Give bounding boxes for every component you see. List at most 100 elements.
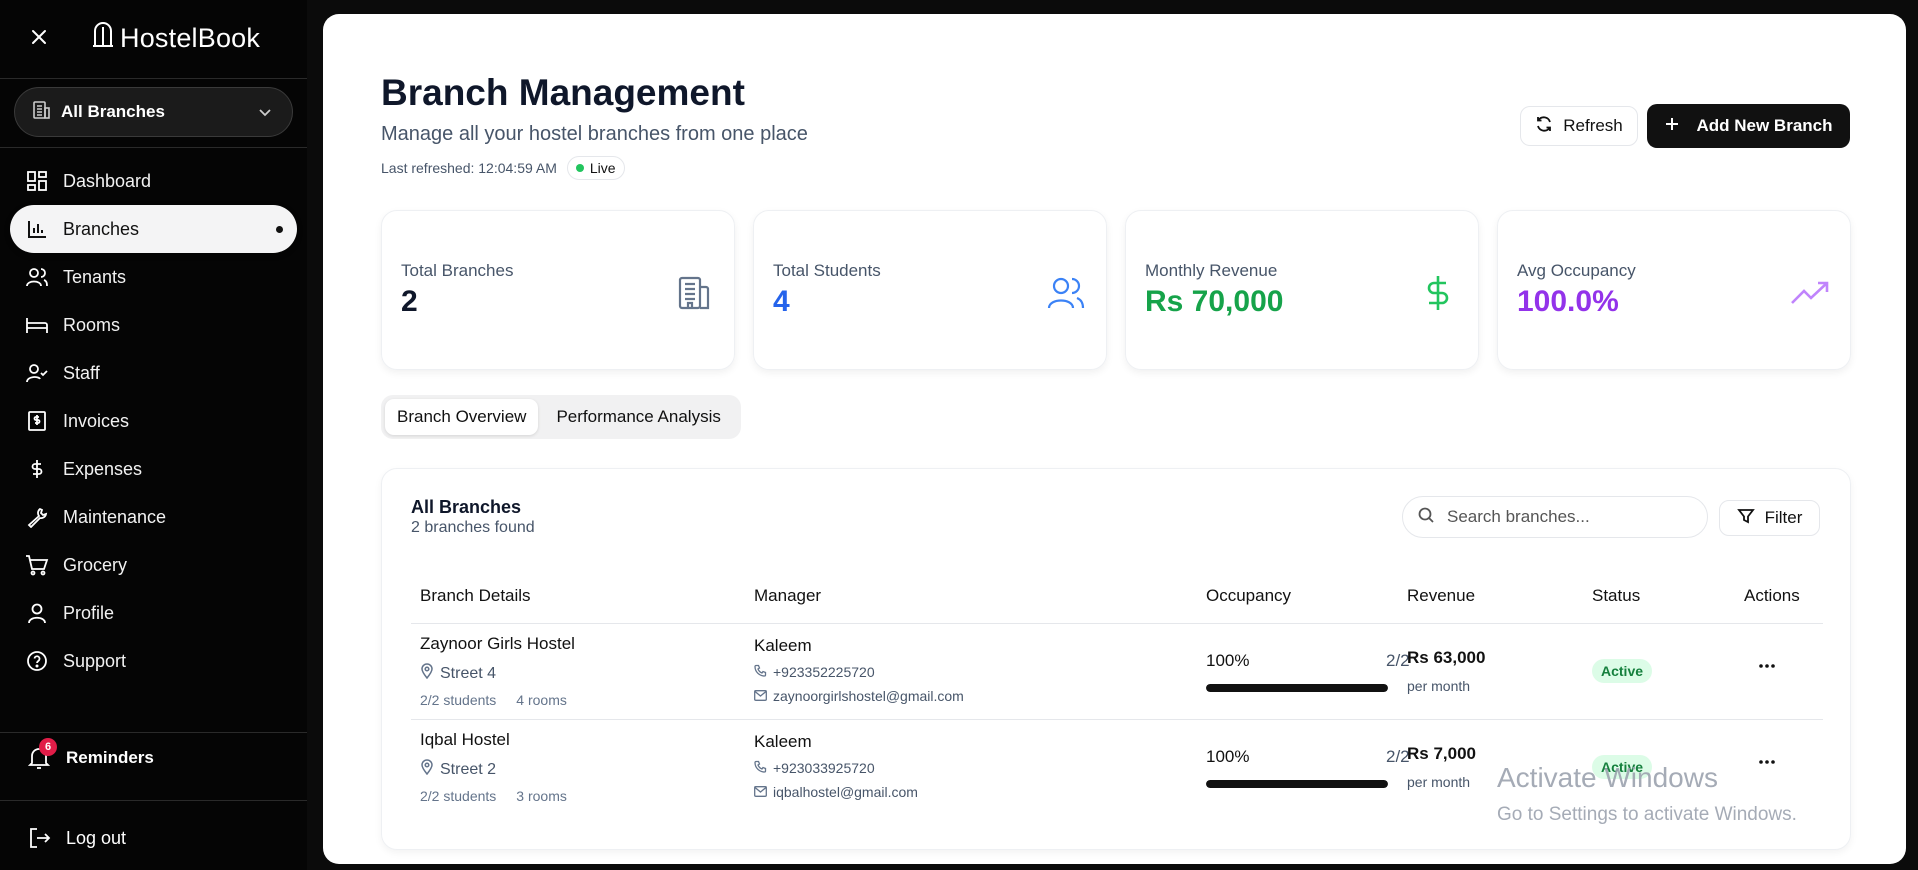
- sidebar-item-branches[interactable]: Branches: [10, 205, 297, 253]
- reminders-label: Reminders: [66, 748, 154, 767]
- sidebar-item-profile[interactable]: Profile: [0, 589, 307, 637]
- building-icon: [31, 100, 51, 125]
- sidebar-item-support[interactable]: Support: [0, 637, 307, 685]
- live-label: Live: [589, 160, 616, 176]
- branch-selector-label: All Branches: [61, 102, 165, 121]
- add-new-branch-label: Add New Branch: [1696, 116, 1833, 135]
- sidebar-item-maintenance[interactable]: Maintenance: [0, 493, 307, 541]
- invoice-icon: [25, 409, 49, 433]
- app-logo[interactable]: HostelBook: [92, 22, 260, 55]
- map-pin-icon: [420, 663, 434, 684]
- last-refreshed-text: Last refreshed: 12:04:59 AM: [381, 160, 557, 176]
- manager-name: Kaleem: [754, 732, 812, 751]
- users-icon: [25, 265, 49, 289]
- reminders-count-badge: 6: [39, 738, 57, 756]
- add-new-branch-button[interactable]: Add New Branch: [1647, 104, 1850, 148]
- cart-icon: [25, 553, 49, 577]
- sidebar-item-grocery[interactable]: Grocery: [0, 541, 307, 589]
- stat-value: 100.0%: [1517, 285, 1619, 318]
- stat-card-total-branches: Total Branches 2: [381, 210, 735, 370]
- branch-selector[interactable]: All Branches: [14, 87, 293, 137]
- sidebar-item-expenses[interactable]: Expenses: [0, 445, 307, 493]
- sidebar-item-invoices[interactable]: Invoices: [0, 397, 307, 445]
- logout-button[interactable]: Log out: [28, 826, 126, 850]
- search-input[interactable]: [1447, 507, 1687, 527]
- rooms-count: 3 rooms: [516, 788, 567, 804]
- branch-meta: 2/2 students 3 rooms: [420, 788, 567, 804]
- sidebar-header: HostelBook: [0, 0, 307, 78]
- phone-text: +923352225720: [773, 664, 875, 680]
- search-box[interactable]: [1402, 496, 1708, 538]
- refresh-button[interactable]: Refresh: [1520, 106, 1638, 146]
- table-row[interactable]: Zaynoor Girls Hostel Street 4 2/2 studen…: [411, 624, 1823, 720]
- manager-phone: +923033925720: [754, 760, 875, 776]
- page-subtitle: Manage all your hostel branches from one…: [381, 123, 808, 145]
- occupancy-percent: 100%: [1206, 651, 1250, 670]
- branch-name: Iqbal Hostel: [420, 730, 510, 749]
- filter-button[interactable]: Filter: [1719, 500, 1820, 536]
- stats-cards: Total Branches 2 Total Students 4 Monthl…: [381, 210, 1851, 370]
- sidebar-item-label: Tenants: [63, 266, 127, 287]
- rooms-count: 4 rooms: [516, 692, 567, 708]
- branch-name: Zaynoor Girls Hostel: [420, 634, 575, 653]
- watermark-subtitle: Go to Settings to activate Windows.: [1497, 804, 1797, 825]
- table-title: All Branches: [411, 497, 522, 517]
- active-indicator: [276, 226, 283, 233]
- refresh-status: Last refreshed: 12:04:59 AM Live: [381, 156, 625, 180]
- stat-card-total-students: Total Students 4: [753, 210, 1107, 370]
- reminders-button[interactable]: 6 Reminders: [27, 738, 154, 770]
- sidebar-item-rooms[interactable]: Rooms: [0, 301, 307, 349]
- refresh-label: Refresh: [1563, 116, 1623, 135]
- sidebar-item-label: Grocery: [63, 554, 128, 575]
- divider: [0, 732, 307, 733]
- map-pin-icon: [420, 759, 434, 780]
- sidebar-item-staff[interactable]: Staff: [0, 349, 307, 397]
- refresh-icon: [1535, 115, 1553, 138]
- manager-name: Kaleem: [754, 636, 812, 655]
- stat-label: Total Branches: [401, 261, 514, 280]
- mail-icon: [754, 784, 767, 800]
- dollar-icon: [25, 457, 49, 481]
- tab-performance-analysis[interactable]: Performance Analysis: [544, 399, 732, 435]
- page-title: Branch Management: [381, 72, 745, 113]
- close-icon[interactable]: [28, 26, 50, 48]
- students-count: 2/2 students: [420, 692, 497, 708]
- chevron-down-icon: [258, 102, 272, 122]
- logout-label: Log out: [66, 827, 127, 848]
- divider: [0, 147, 307, 148]
- sidebar-item-label: Dashboard: [63, 170, 152, 191]
- revenue-period: per month: [1407, 678, 1471, 694]
- column-header: Status: [1592, 586, 1641, 605]
- more-actions-icon[interactable]: [1755, 654, 1779, 678]
- stat-value: Rs 70,000: [1145, 285, 1284, 318]
- revenue-amount: Rs 7,000: [1407, 744, 1476, 763]
- windows-activation-watermark: Activate Windows Go to Settings to activ…: [1497, 762, 1797, 826]
- occupancy-bar-fill: [1206, 684, 1388, 692]
- location-text: Street 2: [440, 760, 497, 778]
- column-header: Branch Details: [420, 586, 531, 605]
- stat-value: 4: [773, 285, 790, 318]
- sidebar-item-label: Profile: [63, 602, 115, 623]
- stat-value: 2: [401, 285, 418, 318]
- dollar-icon: [1418, 273, 1458, 313]
- main-panel: Branch Management Manage all your hostel…: [323, 14, 1906, 864]
- students-count: 2/2 students: [420, 788, 497, 804]
- search-icon: [1417, 506, 1435, 529]
- column-header: Revenue: [1407, 586, 1476, 605]
- sidebar-item-tenants[interactable]: Tenants: [0, 253, 307, 301]
- wrench-icon: [25, 505, 49, 529]
- user-icon: [25, 601, 49, 625]
- users-icon: [1046, 273, 1086, 313]
- tab-branch-overview[interactable]: Branch Overview: [385, 399, 539, 435]
- divider: [0, 800, 307, 801]
- sidebar-item-label: Invoices: [63, 410, 130, 431]
- hostel-logo-icon: [92, 22, 114, 55]
- manager-email: zaynoorgirlshostel@gmail.com: [754, 688, 964, 704]
- table-header: Branch Details Manager Occupancy Revenue…: [411, 579, 1823, 624]
- trending-up-icon: [1790, 273, 1830, 313]
- sidebar-item-dashboard[interactable]: Dashboard: [0, 157, 307, 205]
- bed-icon: [25, 313, 49, 337]
- building-icon: [674, 273, 714, 313]
- sidebar-item-label: Rooms: [63, 314, 121, 335]
- app-name: HostelBook: [120, 23, 261, 53]
